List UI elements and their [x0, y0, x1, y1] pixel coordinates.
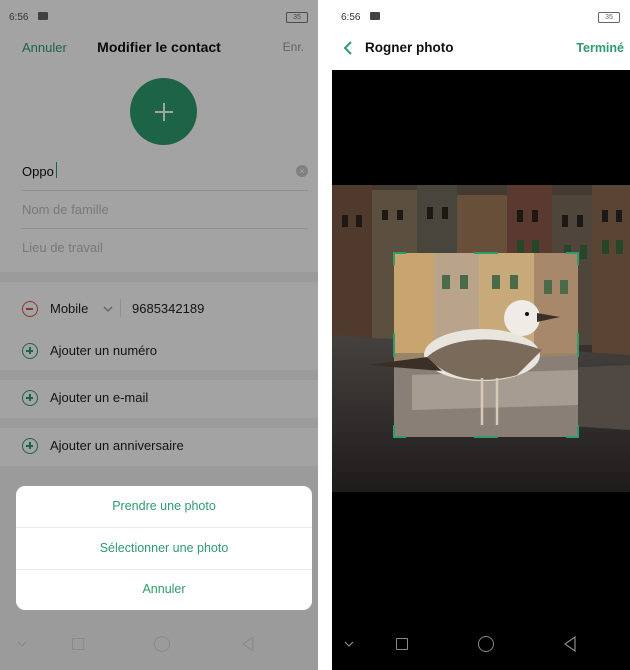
navigation-bar	[0, 620, 318, 670]
nav-hide-icon[interactable]	[344, 640, 354, 648]
battery-icon: 35	[598, 12, 620, 23]
select-photo-option[interactable]: Sélectionner une photo	[16, 528, 312, 569]
top-bar: 6:56 35 Rogner photo Terminé	[332, 0, 630, 70]
nav-hide-icon[interactable]	[17, 640, 27, 648]
crop-header: Rogner photo Terminé	[332, 34, 630, 62]
status-time: 6:56	[341, 12, 361, 23]
done-button[interactable]: Terminé	[576, 41, 624, 55]
nav-home-icon[interactable]	[154, 636, 170, 652]
nav-back-icon[interactable]	[242, 636, 254, 652]
nav-back-icon[interactable]	[564, 636, 576, 652]
nav-home-icon[interactable]	[478, 636, 494, 652]
back-chevron-icon[interactable]	[343, 41, 353, 55]
cancel-option[interactable]: Annuler	[16, 569, 312, 610]
nav-recents-icon[interactable]	[396, 638, 408, 650]
edit-contact-screen: 6:56 35 Annuler Modifier le contact Enr.…	[0, 0, 318, 670]
camera-notification-icon	[370, 12, 380, 20]
seagull-photo	[332, 185, 630, 492]
photo-crop-area[interactable]	[332, 185, 630, 492]
status-bar: 6:56 35	[332, 0, 630, 34]
nav-recents-icon[interactable]	[72, 638, 84, 650]
take-photo-option[interactable]: Prendre une photo	[16, 486, 312, 527]
photo-action-sheet: Prendre une photo Sélectionner une photo…	[16, 486, 312, 610]
crop-photo-screen: 6:56 35 Rogner photo Terminé	[332, 0, 630, 670]
page-title: Rogner photo	[365, 40, 454, 55]
navigation-bar	[332, 620, 630, 670]
